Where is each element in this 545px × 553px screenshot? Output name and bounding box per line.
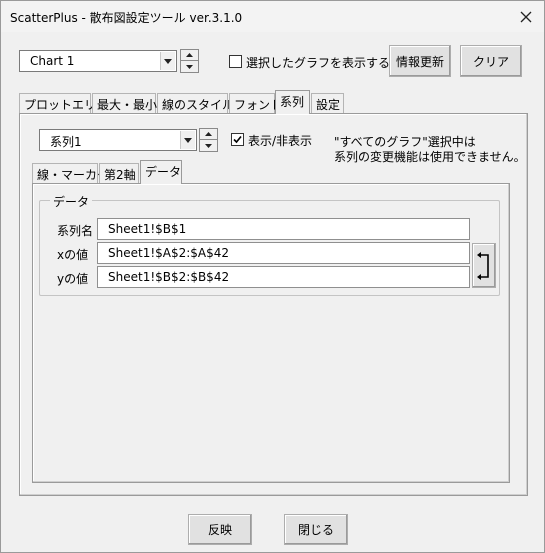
show-selected-label: 選択したグラフを表示する: [246, 56, 391, 70]
series-name-field[interactable]: Sheet1!$B$1: [97, 218, 470, 240]
tab-data[interactable]: データ: [140, 160, 182, 184]
chevron-down-icon[interactable]: [180, 131, 195, 149]
series-select-value: 系列1: [50, 135, 82, 149]
y-values-field[interactable]: Sheet1!$B$2:$B$42: [97, 266, 470, 288]
series-select[interactable]: 系列1: [39, 129, 197, 151]
apply-button-label: 反映: [207, 523, 232, 537]
clear-button-label: クリア: [472, 54, 509, 69]
tab-label: 線のスタイル: [162, 98, 235, 112]
swap-xy-button[interactable]: [472, 243, 496, 288]
spin-up-icon[interactable]: [181, 50, 198, 61]
close-icon: [520, 11, 532, 22]
spin-up-icon[interactable]: [200, 129, 217, 140]
series-spinner[interactable]: [199, 128, 218, 152]
tab-line-marker[interactable]: 線・マーカー: [32, 163, 109, 183]
chart-spinner[interactable]: [180, 49, 199, 73]
spin-down-icon[interactable]: [200, 140, 217, 151]
tab-label: 設定: [316, 98, 341, 112]
refresh-button[interactable]: 情報更新: [389, 45, 451, 77]
close-dialog-button-label: 閉じる: [297, 523, 334, 537]
main-tab-row: プロットエリア 最大・最小 線のスタイル フォント 系列 設定: [19, 90, 529, 114]
sub-tab-row: 線・マーカー 第2軸 データ: [32, 160, 232, 184]
refresh-button-label: 情報更新: [395, 54, 444, 69]
series-name-label: 系列名: [57, 224, 94, 238]
note-line-2: 系列の変更機能は使用できません。: [334, 150, 526, 164]
show-hide-checkbox[interactable]: [231, 133, 244, 146]
tab-max-min[interactable]: 最大・最小: [92, 93, 158, 113]
show-selected-checkbox[interactable]: [229, 55, 242, 68]
chart-select-value: Chart 1: [30, 54, 75, 68]
swap-arrow-icon: [477, 251, 489, 280]
tab-secondary-axis[interactable]: 第2軸: [99, 163, 139, 183]
series-name-value: Sheet1!$B$1: [108, 222, 187, 236]
tab-font[interactable]: フォント: [229, 93, 282, 113]
tab-label: 第2軸: [104, 168, 136, 182]
tab-settings[interactable]: 設定: [311, 93, 344, 113]
y-values-label: yの値: [57, 272, 89, 286]
checkmark-icon: [233, 135, 242, 144]
x-values-field[interactable]: Sheet1!$A$2:$A$42: [97, 242, 470, 264]
dialog-window: ScatterPlus - 散布図設定ツール ver.3.1.0 Chart 1…: [0, 0, 545, 553]
tab-label: 系列: [280, 95, 305, 109]
tab-line-style[interactable]: 線のスタイル: [157, 93, 234, 113]
clear-button[interactable]: クリア: [460, 45, 522, 77]
x-values-value: Sheet1!$A$2:$A$42: [108, 246, 230, 260]
tab-label: 最大・最小: [97, 98, 158, 112]
title-bar: ScatterPlus - 散布図設定ツール ver.3.1.0: [1, 1, 544, 32]
tab-label: データ: [145, 165, 182, 179]
chevron-down-icon[interactable]: [160, 52, 175, 70]
apply-button[interactable]: 反映: [188, 514, 252, 545]
show-hide-label: 表示/非表示: [248, 134, 313, 148]
close-dialog-button[interactable]: 閉じる: [284, 514, 348, 545]
x-values-label: xの値: [57, 248, 89, 262]
data-group-legend: データ: [50, 193, 93, 210]
tab-series[interactable]: 系列: [275, 90, 310, 114]
chart-select[interactable]: Chart 1: [19, 50, 177, 72]
spin-down-icon[interactable]: [181, 61, 198, 72]
tab-plot-area[interactable]: プロットエリア: [19, 93, 108, 113]
y-values-value: Sheet1!$B$2:$B$42: [108, 270, 230, 284]
close-button[interactable]: [508, 1, 544, 32]
window-title: ScatterPlus - 散布図設定ツール ver.3.1.0: [10, 11, 243, 25]
